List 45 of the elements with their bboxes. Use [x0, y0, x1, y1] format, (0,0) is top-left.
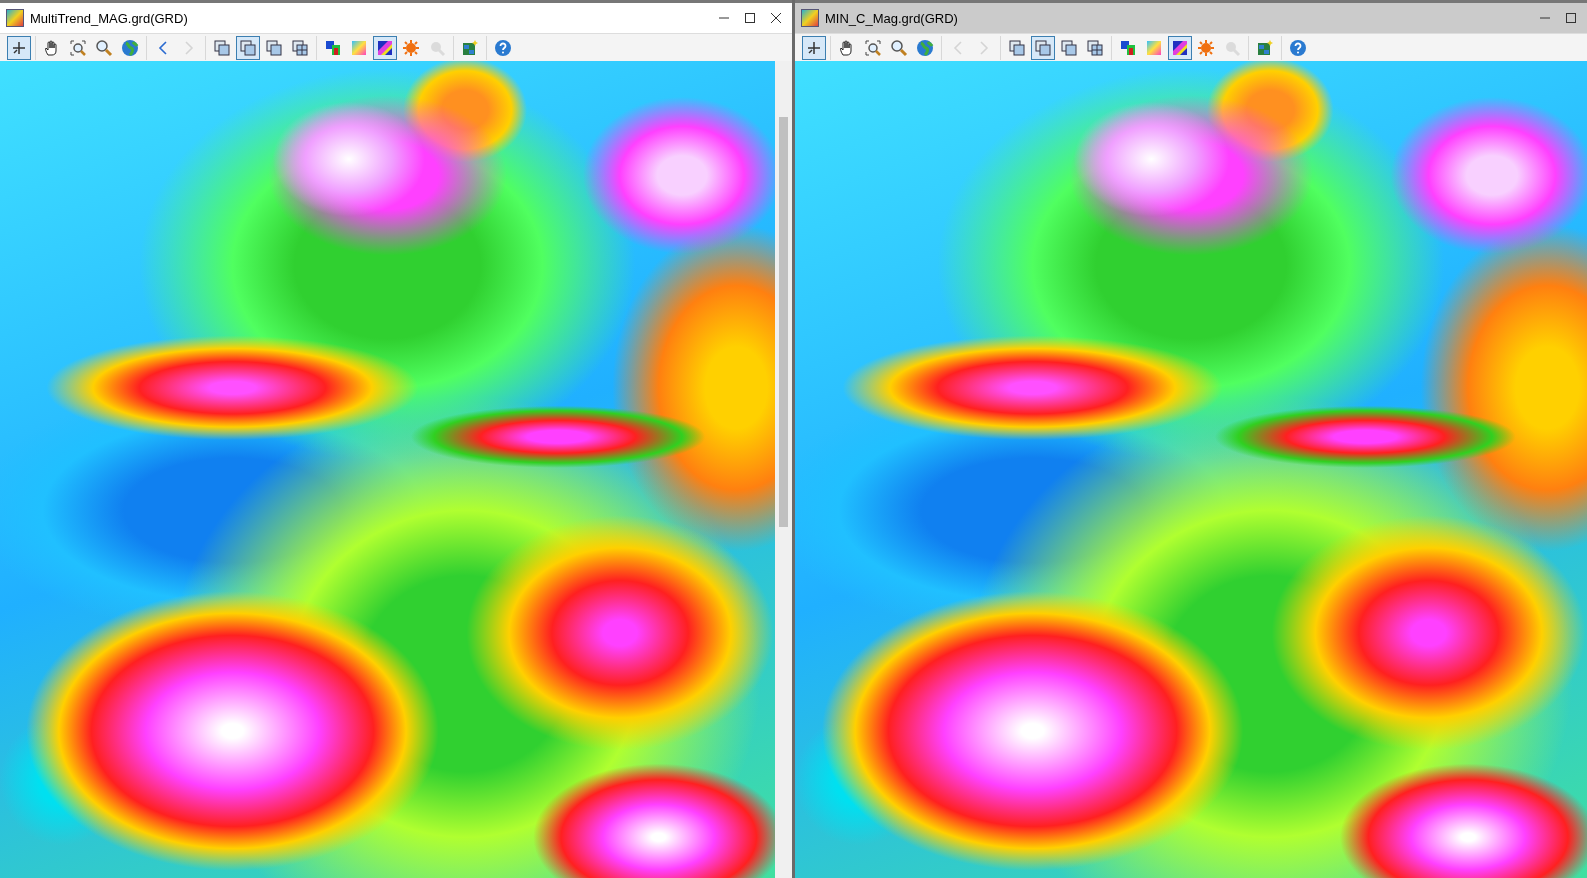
grid-file-icon [6, 9, 24, 27]
sun-icon [402, 38, 420, 57]
stacked-squares-icon [1060, 38, 1078, 57]
shaded-relief-icon [376, 38, 394, 57]
chevron-left-icon [952, 39, 964, 56]
help-icon [1289, 38, 1307, 57]
grid-squares-icon [291, 38, 309, 57]
chevron-right-icon [183, 39, 195, 56]
map-star-icon [461, 38, 479, 57]
stacked-squares-icon [1034, 38, 1052, 57]
magnifier-icon [95, 38, 113, 57]
color-blocks-icon [1119, 38, 1137, 57]
window-title: MultiTrend_MAG.grd(GRD) [30, 10, 189, 26]
stacked-squares-icon [265, 38, 283, 57]
globe-icon [916, 38, 934, 57]
stacked-squares-icon [239, 38, 257, 57]
toolbar-button[interactable] [373, 35, 397, 60]
zoom-box-icon [69, 38, 87, 57]
crosshair-arrow-icon [806, 39, 822, 56]
close-icon [770, 12, 782, 24]
sun-icon [1197, 38, 1215, 57]
color-square-icon [350, 38, 368, 57]
grid-file-icon [801, 9, 819, 27]
shaded-relief-icon [1171, 38, 1189, 57]
maximize-icon [744, 12, 756, 24]
stacked-squares-icon [1008, 38, 1026, 57]
color-square-icon [1145, 38, 1163, 57]
zoom-box-icon [864, 38, 882, 57]
toolbar-button[interactable] [802, 35, 826, 60]
toolbar-button[interactable] [7, 35, 31, 60]
chevron-left-icon [157, 39, 169, 56]
help-icon [494, 38, 512, 57]
globe-icon [121, 38, 139, 57]
maximize-icon [1565, 12, 1577, 24]
toolbar-button[interactable] [236, 35, 260, 60]
color-blocks-icon [324, 38, 342, 57]
chevron-right-icon [978, 39, 990, 56]
grid-squares-icon [1086, 38, 1104, 57]
magnifier-icon [890, 38, 908, 57]
toolbar-button[interactable] [1031, 35, 1055, 60]
map-star-icon [1256, 38, 1274, 57]
crosshair-arrow-icon [11, 39, 27, 56]
window-title: MIN_C_Mag.grd(GRD) [825, 10, 959, 26]
stacked-squares-icon [213, 38, 231, 57]
toolbar-button[interactable] [1168, 35, 1192, 60]
